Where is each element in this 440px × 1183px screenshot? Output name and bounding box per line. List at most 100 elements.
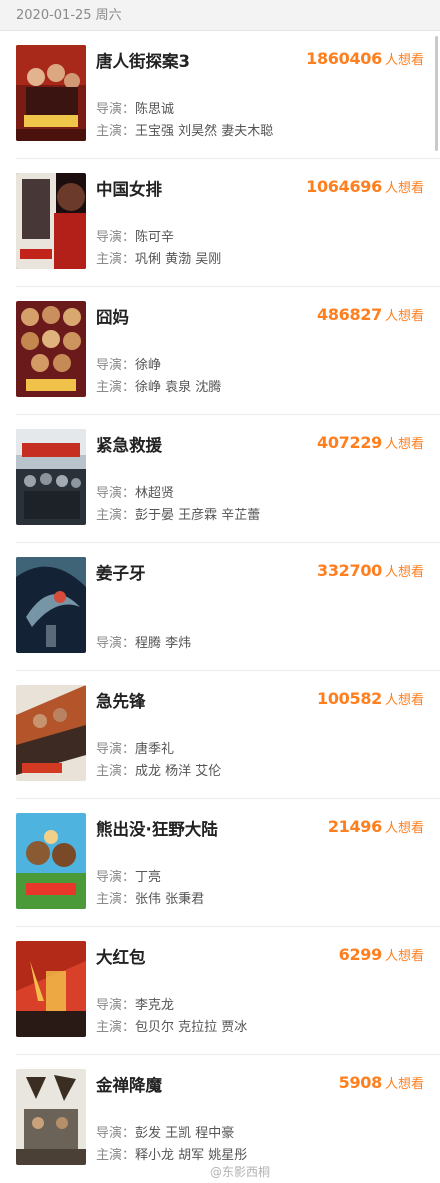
wish-suffix: 人想看 bbox=[384, 1077, 424, 1092]
wish-suffix: 人想看 bbox=[384, 949, 424, 964]
cast-names: 彭于晏 王彦霖 辛芷蕾 bbox=[135, 508, 261, 523]
cast-line: 主演：释小龙 胡军 姚星彤 bbox=[96, 1144, 247, 1163]
wish-number: 332700 bbox=[316, 561, 382, 580]
director-names: 程腾 李炜 bbox=[135, 636, 192, 651]
cast-names: 巩俐 黄渤 吴刚 bbox=[135, 252, 222, 267]
director-names: 李克龙 bbox=[135, 998, 175, 1013]
wish-count: 332700 人想看 bbox=[317, 561, 424, 580]
director-label: 导演： bbox=[96, 1126, 136, 1141]
movie-poster[interactable] bbox=[16, 557, 86, 653]
wish-suffix: 人想看 bbox=[384, 821, 424, 836]
director-line: 导演：唐季礼 bbox=[96, 738, 174, 757]
director-names: 徐峥 bbox=[135, 358, 162, 373]
cast-label: 主演： bbox=[96, 764, 136, 779]
director-names: 陈思诚 bbox=[135, 102, 175, 117]
cast-label: 主演： bbox=[96, 892, 136, 907]
director-line: 导演：陈可辛 bbox=[96, 226, 174, 245]
wish-suffix: 人想看 bbox=[384, 53, 424, 68]
movie-title[interactable]: 紧急救援 bbox=[96, 432, 162, 456]
date-header: 2020-01-25 周六 bbox=[0, 0, 440, 31]
movie-item[interactable]: 熊出没·狂野大陆 21496 人想看 导演：丁亮 主演：张伟 张秉君 bbox=[0, 799, 440, 927]
wish-count: 100582 人想看 bbox=[317, 689, 424, 708]
cast-line: 主演：彭于晏 王彦霖 辛芷蕾 bbox=[96, 504, 260, 523]
movie-title[interactable]: 大红包 bbox=[96, 944, 146, 968]
director-label: 导演： bbox=[96, 870, 136, 885]
movie-title[interactable]: 囧妈 bbox=[96, 304, 129, 328]
wish-number: 407229 bbox=[316, 433, 382, 452]
wish-suffix: 人想看 bbox=[384, 565, 424, 580]
wish-number: 1860406 bbox=[306, 49, 382, 68]
cast-line: 主演：成龙 杨洋 艾伦 bbox=[96, 760, 221, 779]
director-line: 导演：李克龙 bbox=[96, 994, 174, 1013]
director-names: 彭发 王凯 程中豪 bbox=[135, 1126, 235, 1141]
movie-poster[interactable] bbox=[16, 45, 86, 141]
cast-names: 张伟 张秉君 bbox=[135, 892, 205, 907]
movie-title[interactable]: 急先锋 bbox=[96, 688, 146, 712]
movie-poster[interactable] bbox=[16, 429, 86, 525]
movie-poster[interactable] bbox=[16, 301, 86, 397]
wish-count: 6299 人想看 bbox=[339, 945, 424, 964]
cast-label: 主演： bbox=[96, 1148, 136, 1163]
director-line: 导演：程腾 李炜 bbox=[96, 632, 191, 651]
movie-item[interactable]: 唐人街探案3 1860406 人想看 导演：陈思诚 主演：王宝强 刘昊然 妻夫木聪 bbox=[0, 31, 440, 159]
date-label: 2020-01-25 周六 bbox=[16, 8, 122, 23]
director-line: 导演：陈思诚 bbox=[96, 98, 174, 117]
wish-count: 486827 人想看 bbox=[317, 305, 424, 324]
movie-title[interactable]: 唐人街探案3 bbox=[96, 48, 190, 72]
movie-poster[interactable] bbox=[16, 173, 86, 269]
movie-title[interactable]: 姜子牙 bbox=[96, 560, 146, 584]
movie-title[interactable]: 金禅降魔 bbox=[96, 1072, 162, 1096]
cast-line: 主演：徐峥 袁泉 沈腾 bbox=[96, 376, 221, 395]
watermark: @东影西桐 bbox=[210, 1165, 271, 1179]
cast-line: 主演：包贝尔 克拉拉 贾冰 bbox=[96, 1016, 247, 1035]
wish-count: 21496 人想看 bbox=[328, 817, 424, 836]
wish-number: 5908 bbox=[338, 1073, 383, 1092]
wish-number: 21496 bbox=[327, 817, 382, 836]
cast-line: 主演：王宝强 刘昊然 妻夫木聪 bbox=[96, 120, 273, 139]
wish-number: 6299 bbox=[338, 945, 383, 964]
cast-names: 释小龙 胡军 姚星彤 bbox=[135, 1148, 248, 1163]
director-label: 导演： bbox=[96, 486, 136, 501]
movie-item[interactable]: 大红包 6299 人想看 导演：李克龙 主演：包贝尔 克拉拉 贾冰 bbox=[0, 927, 440, 1055]
director-label: 导演： bbox=[96, 636, 136, 651]
wish-count: 5908 人想看 bbox=[339, 1073, 424, 1092]
director-label: 导演： bbox=[96, 998, 136, 1013]
director-names: 陈可辛 bbox=[135, 230, 175, 245]
movie-title[interactable]: 中国女排 bbox=[96, 176, 162, 200]
cast-names: 成龙 杨洋 艾伦 bbox=[135, 764, 222, 779]
wish-count: 1064696 人想看 bbox=[306, 177, 424, 196]
wish-number: 486827 bbox=[316, 305, 382, 324]
cast-names: 王宝强 刘昊然 妻夫木聪 bbox=[135, 124, 274, 139]
cast-names: 包贝尔 克拉拉 贾冰 bbox=[135, 1020, 248, 1035]
cast-label: 主演： bbox=[96, 1020, 136, 1035]
director-names: 丁亮 bbox=[135, 870, 162, 885]
movie-poster[interactable] bbox=[16, 941, 86, 1037]
director-line: 导演：徐峥 bbox=[96, 354, 161, 373]
movie-poster[interactable] bbox=[16, 1069, 86, 1165]
cast-line: 主演：张伟 张秉君 bbox=[96, 888, 204, 907]
movie-title[interactable]: 熊出没·狂野大陆 bbox=[96, 816, 218, 840]
movie-item[interactable]: 姜子牙 332700 人想看 导演：程腾 李炜 bbox=[0, 543, 440, 671]
wish-count: 1860406 人想看 bbox=[306, 49, 424, 68]
cast-line: 主演：巩俐 黄渤 吴刚 bbox=[96, 248, 221, 267]
director-label: 导演： bbox=[96, 230, 136, 245]
cast-label: 主演： bbox=[96, 252, 136, 267]
director-names: 林超贤 bbox=[135, 486, 175, 501]
movie-item[interactable]: 紧急救援 407229 人想看 导演：林超贤 主演：彭于晏 王彦霖 辛芷蕾 bbox=[0, 415, 440, 543]
cast-names: 徐峥 袁泉 沈腾 bbox=[135, 380, 222, 395]
scrollbar[interactable] bbox=[435, 36, 438, 151]
movie-poster[interactable] bbox=[16, 813, 86, 909]
director-label: 导演： bbox=[96, 102, 136, 117]
wish-number: 100582 bbox=[316, 689, 382, 708]
cast-label: 主演： bbox=[96, 508, 136, 523]
wish-count: 407229 人想看 bbox=[317, 433, 424, 452]
wish-suffix: 人想看 bbox=[384, 309, 424, 324]
movie-item[interactable]: 急先锋 100582 人想看 导演：唐季礼 主演：成龙 杨洋 艾伦 bbox=[0, 671, 440, 799]
movie-item[interactable]: 中国女排 1064696 人想看 导演：陈可辛 主演：巩俐 黄渤 吴刚 bbox=[0, 159, 440, 287]
movie-item[interactable]: 囧妈 486827 人想看 导演：徐峥 主演：徐峥 袁泉 沈腾 bbox=[0, 287, 440, 415]
director-names: 唐季礼 bbox=[135, 742, 175, 757]
movie-poster[interactable] bbox=[16, 685, 86, 781]
director-line: 导演：丁亮 bbox=[96, 866, 161, 885]
director-line: 导演：林超贤 bbox=[96, 482, 174, 501]
wish-suffix: 人想看 bbox=[384, 181, 424, 196]
